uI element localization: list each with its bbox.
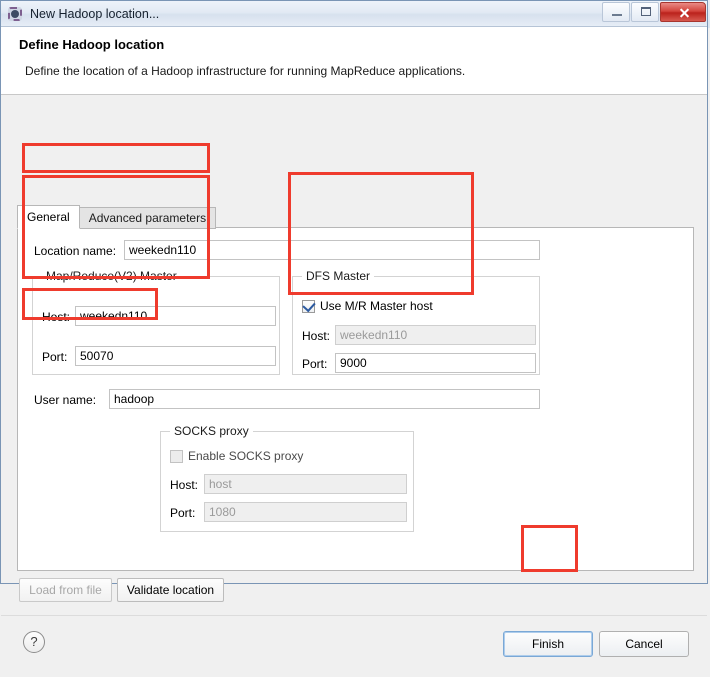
user-name-input[interactable]: hadoop <box>109 389 540 409</box>
use-mr-master-host-label: Use M/R Master host <box>320 299 433 313</box>
dfs-port-label: Port: <box>302 357 328 371</box>
maximize-icon[interactable] <box>631 2 659 22</box>
location-name-label: Location name: <box>34 244 117 258</box>
page-description: Define the location of a Hadoop infrastr… <box>25 64 466 78</box>
socks-host-label: Host: <box>170 478 199 492</box>
tab-general[interactable]: General <box>17 205 80 229</box>
cancel-button[interactable]: Cancel <box>599 631 689 657</box>
user-name-label: User name: <box>34 393 97 407</box>
enable-socks-proxy-checkbox[interactable] <box>170 450 183 463</box>
validate-location-button[interactable]: Validate location <box>117 578 224 602</box>
hadoop-elephant-icon <box>7 6 23 22</box>
socks-port-label: Port: <box>170 506 196 520</box>
close-icon[interactable] <box>660 2 706 22</box>
location-name-input[interactable]: weekedn110 <box>124 240 540 260</box>
socks-host-input[interactable]: host <box>204 474 407 494</box>
general-tab-panel: Location name: weekedn110 Map/Reduce(V2)… <box>17 227 694 571</box>
minimize-icon[interactable] <box>602 2 630 22</box>
finish-button[interactable]: Finish <box>503 631 593 657</box>
window-title: New Hadoop location... <box>30 6 160 21</box>
tab-advanced-parameters[interactable]: Advanced parameters <box>79 207 217 229</box>
new-hadoop-location-dialog: New Hadoop location... Define Hadoop loc… <box>0 0 708 657</box>
dialog-header: Define Hadoop location Define the locati… <box>1 27 707 95</box>
title-bar: New Hadoop location... <box>1 1 707 27</box>
dfs-host-label: Host: <box>302 329 331 343</box>
window-controls <box>601 2 706 22</box>
dialog-body: General Advanced parameters Location nam… <box>1 95 707 677</box>
mr-port-label: Port: <box>42 350 68 364</box>
dfs-master-title: DFS Master <box>302 269 375 283</box>
mr-port-input[interactable]: 50070 <box>75 346 276 366</box>
socks-proxy-title: SOCKS proxy <box>170 424 253 438</box>
enable-socks-proxy-label: Enable SOCKS proxy <box>188 449 304 463</box>
mr-host-input[interactable]: weekedn110 <box>75 306 276 326</box>
load-from-file-button[interactable]: Load from file <box>19 578 112 602</box>
help-icon[interactable]: ? <box>23 631 45 653</box>
check-icon <box>302 298 316 313</box>
dfs-host-input[interactable]: weekedn110 <box>335 325 536 345</box>
dfs-port-input[interactable]: 9000 <box>335 353 536 373</box>
socks-port-input[interactable]: 1080 <box>204 502 407 522</box>
map-reduce-master-title: Map/Reduce(V2) Master <box>42 269 181 283</box>
tab-strip: General Advanced parameters <box>17 205 217 229</box>
use-mr-master-host-checkbox[interactable] <box>302 298 316 313</box>
footer-divider <box>1 615 707 616</box>
page-title: Define Hadoop location <box>19 37 165 52</box>
mr-host-label: Host: <box>42 310 71 324</box>
